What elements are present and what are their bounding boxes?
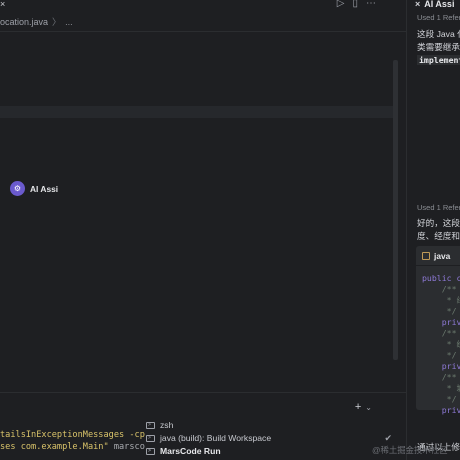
file-icon: [422, 252, 430, 260]
code-line: /**: [422, 284, 457, 294]
terminal-icon: >: [146, 448, 155, 455]
breadcrumb-file[interactable]: ocation.java: [0, 17, 48, 27]
split-editor-icon[interactable]: ▯: [352, 0, 358, 10]
code-line: priv: [422, 405, 460, 415]
editor-scrollbar[interactable]: [393, 60, 398, 360]
code-line: priv: [422, 361, 460, 371]
references-toggle[interactable]: Used 1 Refere: [417, 203, 460, 212]
ai-message-text: 这段 Java 代 类需要继承其 implement: [417, 28, 460, 67]
code-line: */: [422, 394, 457, 404]
terminal-output[interactable]: tailsInExceptionMessages -cp ses com.exa…: [0, 429, 145, 453]
ai-code-block[interactable]: java public c /** * 纬 */ priv /** * 经 */…: [416, 246, 460, 415]
close-tab-icon[interactable]: ×: [0, 0, 8, 9]
ai-panel-title: AI Assi: [424, 0, 455, 9]
current-line-highlight: [0, 106, 398, 118]
code-line: */: [422, 306, 457, 316]
editor-tab-bar: × ▷ ▯ ⋯ ocation.java 〉...: [0, 0, 406, 32]
code-line: /**: [422, 372, 457, 382]
code-line: */: [422, 350, 457, 360]
ai-assistant-name: AI Assi: [30, 184, 59, 194]
code-block-body: public c /** * 纬 */ priv /** * 经 */ priv…: [422, 273, 460, 416]
terminal-session-item[interactable]: > java (build): Build Workspace ✔: [146, 432, 400, 445]
terminal-icon: >: [146, 435, 155, 442]
code-language-label: java: [434, 251, 451, 261]
code-line: /**: [422, 328, 457, 338]
breadcrumb-ellipsis[interactable]: ...: [65, 17, 73, 27]
terminal-icon: >: [146, 422, 155, 429]
inline-code: implement: [417, 55, 460, 65]
code-line: * 城: [446, 383, 460, 393]
new-terminal-icon[interactable]: +: [355, 401, 361, 413]
terminal-session-item[interactable]: > zsh: [146, 419, 400, 432]
terminal-session-item-active[interactable]: > MarsCode Run: [146, 445, 400, 458]
code-editor[interactable]: × ▷ ▯ ⋯ ocation.java 〉...: [0, 0, 406, 392]
ai-assistant-avatar: ⚙: [10, 181, 25, 196]
terminal-panel: + ⌄ tailsInExceptionMessages -cp ses com…: [0, 392, 406, 460]
terminal-line: ses com.example.Main" marsco: [0, 442, 145, 452]
code-line: priv: [422, 317, 460, 327]
ai-message-text: 好的，这段代 度、经度和城: [417, 218, 460, 241]
terminal-line: tailsInExceptionMessages -cp: [0, 430, 145, 440]
code-line: * 纬: [446, 295, 460, 305]
code-block-header: java: [416, 246, 460, 266]
breadcrumb-separator-icon: 〉: [52, 17, 62, 27]
editor-actions: ▷ ▯ ⋯: [337, 0, 376, 10]
watermark: @稀土掘金技术社区: [372, 445, 448, 455]
code-line: * 经: [446, 339, 460, 349]
terminal-toolbar: + ⌄: [355, 401, 372, 413]
run-icon[interactable]: ▷: [337, 0, 345, 10]
terminal-dropdown-icon[interactable]: ⌄: [365, 403, 372, 412]
more-actions-icon[interactable]: ⋯: [366, 0, 376, 10]
terminal-session-list: > zsh > java (build): Build Workspace ✔ …: [146, 419, 400, 458]
close-panel-icon[interactable]: ×: [415, 0, 420, 9]
breadcrumb: ocation.java 〉...: [0, 15, 73, 28]
ai-panel-header: × AI Assi: [415, 0, 455, 9]
references-toggle[interactable]: Used 1 Refere: [417, 13, 460, 22]
code-line: public c: [422, 273, 460, 283]
